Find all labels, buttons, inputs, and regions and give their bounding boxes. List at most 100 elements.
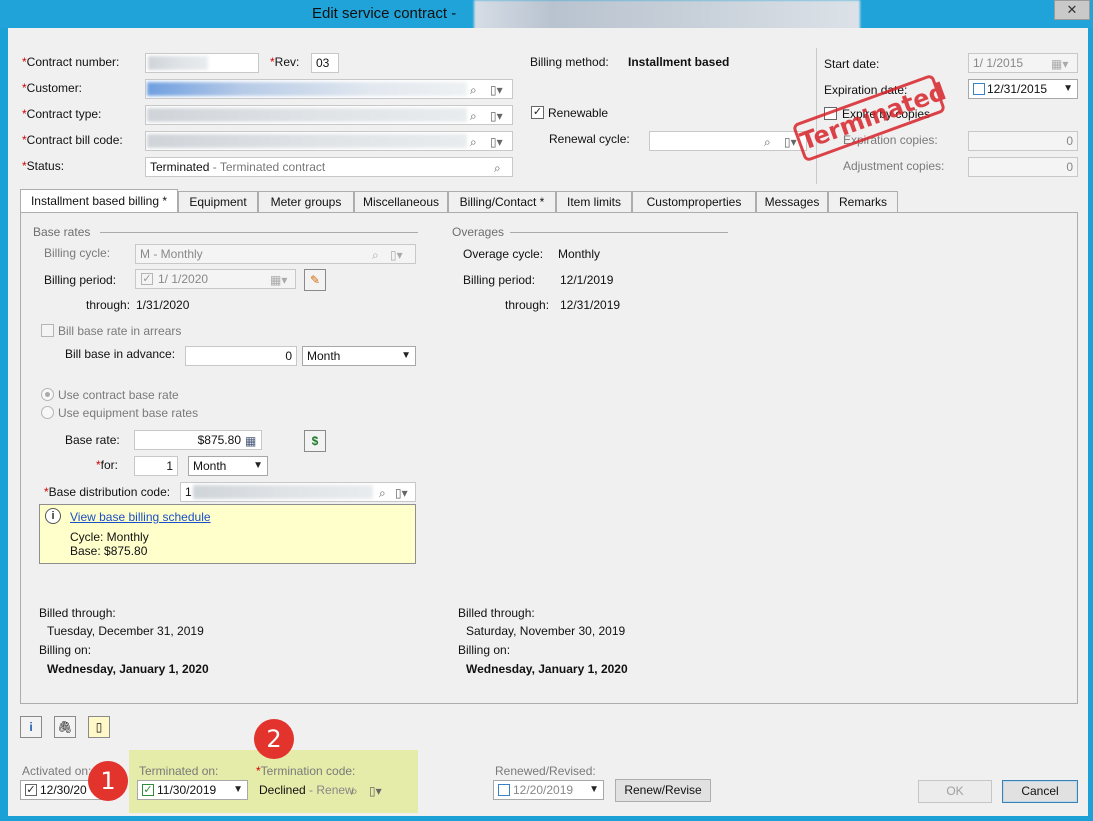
billing-cycle-input[interactable]: M - Monthly ⌕ ▯▾ [135, 244, 416, 264]
base-through-value: 1/31/2020 [136, 298, 190, 312]
right-billing-on-label: Billing on: [458, 643, 511, 657]
expiration-copies-input[interactable]: 0 [968, 131, 1078, 151]
customer-input[interactable]: ⌕ ▯▾ [145, 79, 513, 99]
search-icon[interactable]: ⌕ [494, 159, 501, 176]
search-icon[interactable]: ⌕ [351, 782, 358, 799]
lookup-menu-icon[interactable]: ▯▾ [395, 484, 408, 501]
window-title: Edit service contract - [312, 5, 457, 22]
ok-button[interactable]: OK [918, 780, 992, 803]
renewal-cycle-input[interactable]: ⌕ ▯▾ [649, 131, 807, 151]
search-icon[interactable]: ⌕ [764, 133, 771, 150]
cancel-button[interactable]: Cancel [1002, 780, 1078, 803]
note-icon[interactable]: ▯ [88, 716, 110, 738]
bill-in-arrears-checkbox[interactable] [41, 324, 54, 337]
base-rate-label: Base rate: [65, 433, 120, 447]
billing-period-checkbox[interactable]: ✓ [141, 273, 153, 285]
base-info-text: Base: $875.80 [70, 544, 148, 558]
status-label: Status: [22, 159, 64, 173]
base-distribution-code-input[interactable]: 1 ⌕ ▯▾ [180, 482, 416, 502]
renewable-checkbox[interactable]: ✓ [531, 106, 544, 119]
status-input[interactable]: Terminated - Terminated contract ⌕ [145, 157, 513, 177]
base-through-label: through: [86, 298, 131, 312]
use-contract-base-rate-radio[interactable] [41, 388, 54, 401]
chevron-down-icon[interactable]: ▼ [253, 457, 263, 475]
contract-type-input[interactable]: ⌕ ▯▾ [145, 105, 513, 125]
close-button[interactable]: ✕ [1054, 0, 1090, 20]
base-rates-divider [100, 232, 418, 233]
renew-revise-button[interactable]: Renew/Revise [615, 779, 711, 802]
overage-cycle-value: Monthly [558, 247, 601, 261]
chevron-down-icon[interactable]: ▼ [1063, 80, 1073, 98]
tab-equipment[interactable]: Equipment [178, 191, 258, 213]
contract-number-input[interactable] [145, 53, 259, 73]
tab-item-limits[interactable]: Item limits [556, 191, 632, 213]
tab-remarks[interactable]: Remarks [828, 191, 898, 213]
start-date-input[interactable]: 1/ 1/2015 ▦▾ [968, 53, 1078, 73]
lookup-menu-icon[interactable]: ▯▾ [490, 107, 503, 124]
search-icon[interactable]: ⌕ [470, 133, 477, 150]
view-base-billing-schedule-link[interactable]: View base billing schedule [70, 510, 211, 524]
chevron-down-icon[interactable]: ▼ [233, 781, 243, 799]
overage-through-value: 12/31/2019 [560, 298, 621, 312]
attachment-icon[interactable]: 🖇 [54, 716, 76, 738]
tab-messages[interactable]: Messages [756, 191, 828, 213]
info-button-icon[interactable]: i [20, 716, 42, 738]
search-icon[interactable]: ⌕ [470, 81, 477, 98]
title-bar: Edit service contract - ✕ [0, 0, 1093, 30]
for-input[interactable]: 1 [134, 456, 178, 476]
base-rate-input[interactable]: $875.80 ▦ [134, 430, 262, 450]
start-date-label: Start date: [824, 57, 880, 71]
tab-installment-based-billing[interactable]: Installment based billing * [20, 189, 178, 213]
edit-pencil-icon[interactable]: ✎ [304, 269, 326, 291]
lookup-menu-icon[interactable]: ▯▾ [369, 782, 382, 799]
calendar-dropdown-icon[interactable]: ▦▾ [1051, 55, 1068, 72]
base-distribution-code-label: Base distribution code: [44, 485, 170, 499]
overages-group-label: Overages [452, 225, 505, 239]
termination-code-input[interactable]: Declined - Renew ⌕ ▯▾ [254, 780, 394, 800]
terminated-on-picker[interactable]: ✓ 11/30/2019 ▼ [137, 780, 248, 800]
activated-on-checkbox[interactable]: ✓ [25, 784, 37, 796]
callout-badge-1: 1 [88, 761, 128, 801]
lookup-menu-icon[interactable]: ▯▾ [490, 133, 503, 150]
activated-on-label: Activated on: [22, 764, 92, 778]
chevron-down-icon[interactable]: ▼ [401, 347, 411, 365]
renewed-revised-picker[interactable]: 12/20/2019 ▼ [493, 780, 604, 800]
tab-custom-properties[interactable]: Customproperties [632, 191, 756, 213]
search-icon[interactable]: ⌕ [372, 246, 379, 263]
overage-billing-period-label: Billing period: [463, 273, 536, 287]
left-billed-through-label: Billed through: [39, 606, 116, 620]
rev-input[interactable]: 03 [311, 53, 339, 73]
lookup-menu-icon[interactable]: ▯▾ [490, 81, 503, 98]
status-description: - Terminated contract [209, 160, 326, 174]
calendar-dropdown-icon[interactable]: ▦▾ [270, 271, 287, 288]
right-billed-through-value: Saturday, November 30, 2019 [466, 624, 626, 638]
base-rates-group-label: Base rates [33, 225, 91, 239]
search-icon[interactable]: ⌕ [379, 484, 386, 501]
expiration-date-picker[interactable]: 12/31/2015 ▼ [968, 79, 1078, 99]
chevron-down-icon[interactable]: ▼ [589, 781, 599, 799]
for-unit-select[interactable]: Month ▼ [188, 456, 268, 476]
search-icon[interactable]: ⌕ [470, 107, 477, 124]
billing-cycle-label: Billing cycle: [44, 246, 111, 260]
tab-miscellaneous[interactable]: Miscellaneous [354, 191, 448, 213]
overage-cycle-label: Overage cycle: [463, 247, 544, 261]
adjustment-copies-input[interactable]: 0 [968, 157, 1078, 177]
terminated-on-label: Terminated on: [139, 764, 219, 778]
for-label: for: [96, 458, 118, 472]
expiration-date-checkbox[interactable] [973, 83, 985, 95]
billing-period-picker[interactable]: ✓ 1/ 1/2020 ▦▾ [135, 269, 296, 289]
calculator-icon[interactable]: ▦ [245, 432, 256, 449]
tab-meter-groups[interactable]: Meter groups [258, 191, 354, 213]
dialog-body: Contract number: Rev: 03 Customer: ⌕ ▯▾ … [8, 28, 1088, 816]
bill-in-advance-unit-select[interactable]: Month ▼ [302, 346, 416, 366]
lookup-menu-icon[interactable]: ▯▾ [390, 246, 403, 263]
contract-bill-code-input[interactable]: ⌕ ▯▾ [145, 131, 513, 151]
terminated-on-checkbox[interactable]: ✓ [142, 784, 154, 796]
bill-in-advance-label: Bill base in advance: [65, 347, 176, 361]
tab-billing-contact[interactable]: Billing/Contact * [448, 191, 556, 213]
termination-code-label: Termination code: [256, 764, 356, 778]
renewed-revised-checkbox[interactable] [498, 784, 510, 796]
bill-in-advance-input[interactable]: 0 [185, 346, 297, 366]
use-equipment-base-rates-radio[interactable] [41, 406, 54, 419]
dollar-rate-icon[interactable]: $ [304, 430, 326, 452]
